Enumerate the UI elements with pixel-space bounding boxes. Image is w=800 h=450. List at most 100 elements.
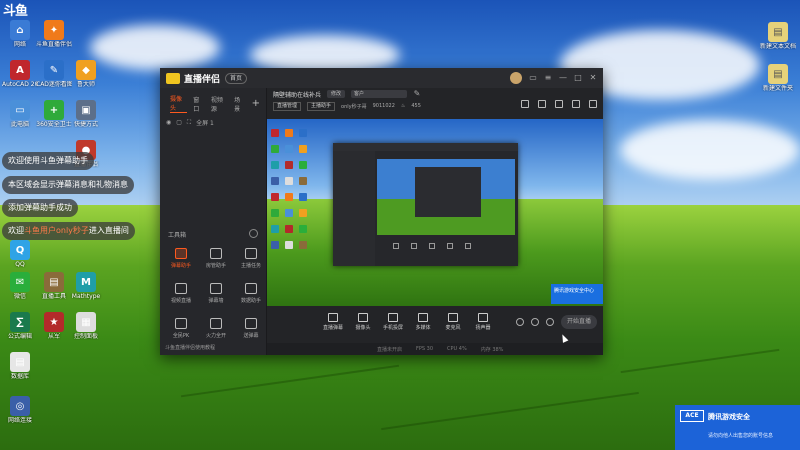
- tutorial-notice[interactable]: 斗鱼直播伴侣使用教程: [165, 344, 215, 351]
- desktop-icon[interactable]: AAutoCAD 2014: [2, 60, 38, 88]
- chat-message-suffix: 进入直播间: [88, 226, 129, 235]
- tool-label: 房管助手: [205, 263, 226, 269]
- tool-item[interactable]: 房管助手: [202, 248, 230, 269]
- tool-item[interactable]: 送弹幕: [237, 318, 265, 339]
- close-icon[interactable]: ✕: [589, 74, 597, 82]
- desktop-icon[interactable]: ⌂ 网络: [2, 20, 38, 48]
- tools-settings-icon[interactable]: [249, 229, 258, 238]
- tool-item[interactable]: 主播任务: [237, 248, 265, 269]
- toast-text: 请勿向他人出售您的账号信息: [708, 433, 774, 439]
- source-tab[interactable]: 视频源: [211, 95, 228, 113]
- modify-title-button[interactable]: 修改: [327, 90, 346, 98]
- stream-preview[interactable]: 腾讯游戏安全中心: [267, 119, 603, 306]
- settings-icon[interactable]: [546, 318, 554, 326]
- preview-desktop-icon: [271, 225, 279, 233]
- desktop-icon[interactable]: ✦ 斗鱼直播伴侣: [36, 20, 72, 48]
- fullscreen-icon[interactable]: ⛶: [187, 119, 191, 127]
- desktop-icon-label: 从军: [47, 333, 60, 340]
- desktop-icon[interactable]: M Mathtype: [68, 272, 104, 300]
- tool-icon: [175, 318, 187, 329]
- desktop-app-icon: M: [76, 272, 96, 292]
- desktop-icon-label: 快捷方式: [73, 121, 98, 128]
- security-toast[interactable]: ACE 腾讯游戏安全 请勿向他人出售您的账号信息: [675, 405, 800, 450]
- tool-item[interactable]: 视频直播: [167, 283, 195, 304]
- source-tab[interactable]: 场景: [234, 95, 246, 113]
- room-title: 隔壁辅助在线补兵: [273, 91, 322, 99]
- preview-desktop-icon: [299, 225, 307, 233]
- desktop-app-icon: ◎: [10, 396, 30, 416]
- desktop-icon[interactable]: +360安全卫士: [36, 100, 72, 128]
- app-titlebar[interactable]: 直播伴侣 首页 ▭ ≡ — □ ✕: [160, 68, 603, 88]
- version-badge[interactable]: 首页: [225, 72, 248, 84]
- desktop-app-icon: ◆: [76, 60, 96, 80]
- record-icon[interactable]: [516, 318, 524, 326]
- bottom-control[interactable]: 摄像头: [349, 313, 377, 331]
- desktop-app-icon: ∑: [10, 312, 30, 332]
- desktop-icon[interactable]: Q QQ: [2, 240, 38, 268]
- desktop-icon[interactable]: ▣ 快捷方式: [68, 100, 104, 128]
- bottom-control[interactable]: 多媒体: [409, 313, 437, 331]
- status-text: 直播未开启: [377, 346, 403, 353]
- nested-control-icon: [393, 243, 399, 249]
- bottom-control[interactable]: 麦克风: [439, 313, 467, 331]
- tool-item[interactable]: 弹幕墙: [202, 283, 230, 304]
- tool-item[interactable]: 数据助手: [237, 283, 265, 304]
- preview-desktop-icon: [299, 209, 307, 217]
- desktop-icon[interactable]: ✎ CAD迷你看图: [36, 60, 72, 88]
- desktop-icon-label: 此电脑: [10, 121, 29, 128]
- tool-item[interactable]: 弹幕助手: [167, 248, 195, 269]
- lock-icon[interactable]: [538, 100, 546, 108]
- preview-desktop-icon: [285, 145, 293, 153]
- message-icon[interactable]: ▭: [529, 74, 537, 82]
- avatar[interactable]: [510, 72, 522, 84]
- source-tab[interactable]: 窗口: [193, 95, 205, 113]
- bell-icon[interactable]: [572, 100, 580, 108]
- minimize-icon[interactable]: —: [559, 74, 567, 82]
- preview-desktop-icon: [299, 177, 307, 185]
- live-manage-chip[interactable]: 直播管理: [273, 101, 302, 111]
- share-icon[interactable]: [589, 100, 597, 108]
- edit-icon[interactable]: ✎: [413, 90, 421, 98]
- bottom-control[interactable]: 直播弹幕: [319, 313, 347, 331]
- desktop-icon-label: 360安全卫士: [36, 121, 72, 128]
- desktop-icon-label: 鲁大师: [76, 81, 95, 88]
- desktop-icon[interactable]: ▤ 新建文件夹: [760, 64, 796, 92]
- bottom-control[interactable]: 扬声器: [469, 313, 497, 331]
- lock-icon[interactable]: ▢: [176, 119, 182, 126]
- desktop-app-icon: ▤: [10, 352, 30, 372]
- desktop-icon[interactable]: ▤ 数据库: [2, 352, 38, 380]
- desktop-app-icon: Q: [10, 240, 30, 260]
- desktop-icon[interactable]: ★ 从军: [36, 312, 72, 340]
- desktop-icon[interactable]: ∑ 公式编辑: [2, 312, 38, 340]
- tool-label: 送弹幕: [243, 333, 259, 339]
- desktop-icon[interactable]: ▦ 控制面板: [68, 312, 104, 340]
- desktop-icon[interactable]: ◎ 网络连接: [2, 396, 38, 424]
- desktop-icon-label: 公式编辑: [7, 333, 32, 340]
- desktop-app-icon: ✉: [10, 272, 30, 292]
- layout-icon[interactable]: [521, 100, 529, 108]
- category-field[interactable]: 客户: [351, 90, 408, 98]
- tool-item[interactable]: 火力全开: [202, 318, 230, 339]
- source-tab[interactable]: 摄像头: [170, 94, 188, 113]
- add-source-icon[interactable]: +: [252, 98, 260, 109]
- chat-message: 欢迎使用斗鱼弹幕助手: [2, 152, 94, 170]
- desktop-icon-label: QQ: [15, 261, 25, 268]
- chat-message-text: 添加弹幕助手成功: [8, 203, 72, 212]
- eye-icon[interactable]: ◉: [166, 119, 171, 126]
- tool-item[interactable]: 全民PK: [167, 318, 195, 339]
- desktop-icon[interactable]: ▭ 此电脑: [2, 100, 38, 128]
- anchor-helper-chip[interactable]: 主播助手: [307, 101, 336, 111]
- desktop-icon[interactable]: ▤ 直播工具: [36, 272, 72, 300]
- nested-titlebar: [333, 143, 518, 151]
- screenshot-icon[interactable]: [555, 100, 563, 108]
- maximize-icon[interactable]: □: [574, 74, 582, 82]
- menu-icon[interactable]: ≡: [544, 74, 552, 82]
- desktop-icon[interactable]: ◆ 鲁大师: [68, 60, 104, 88]
- start-live-button[interactable]: 开始直播: [561, 315, 597, 329]
- bottom-control[interactable]: 手机投屏: [379, 313, 407, 331]
- desktop-icon[interactable]: ✉ 微信: [2, 272, 38, 300]
- timer-icon[interactable]: [531, 318, 539, 326]
- desktop-app-icon: +: [44, 100, 64, 120]
- desktop-icon[interactable]: ▤ 新建文本文档: [760, 22, 796, 50]
- scene-row[interactable]: ◉ ▢ ⛶ 全屏 1: [160, 113, 266, 128]
